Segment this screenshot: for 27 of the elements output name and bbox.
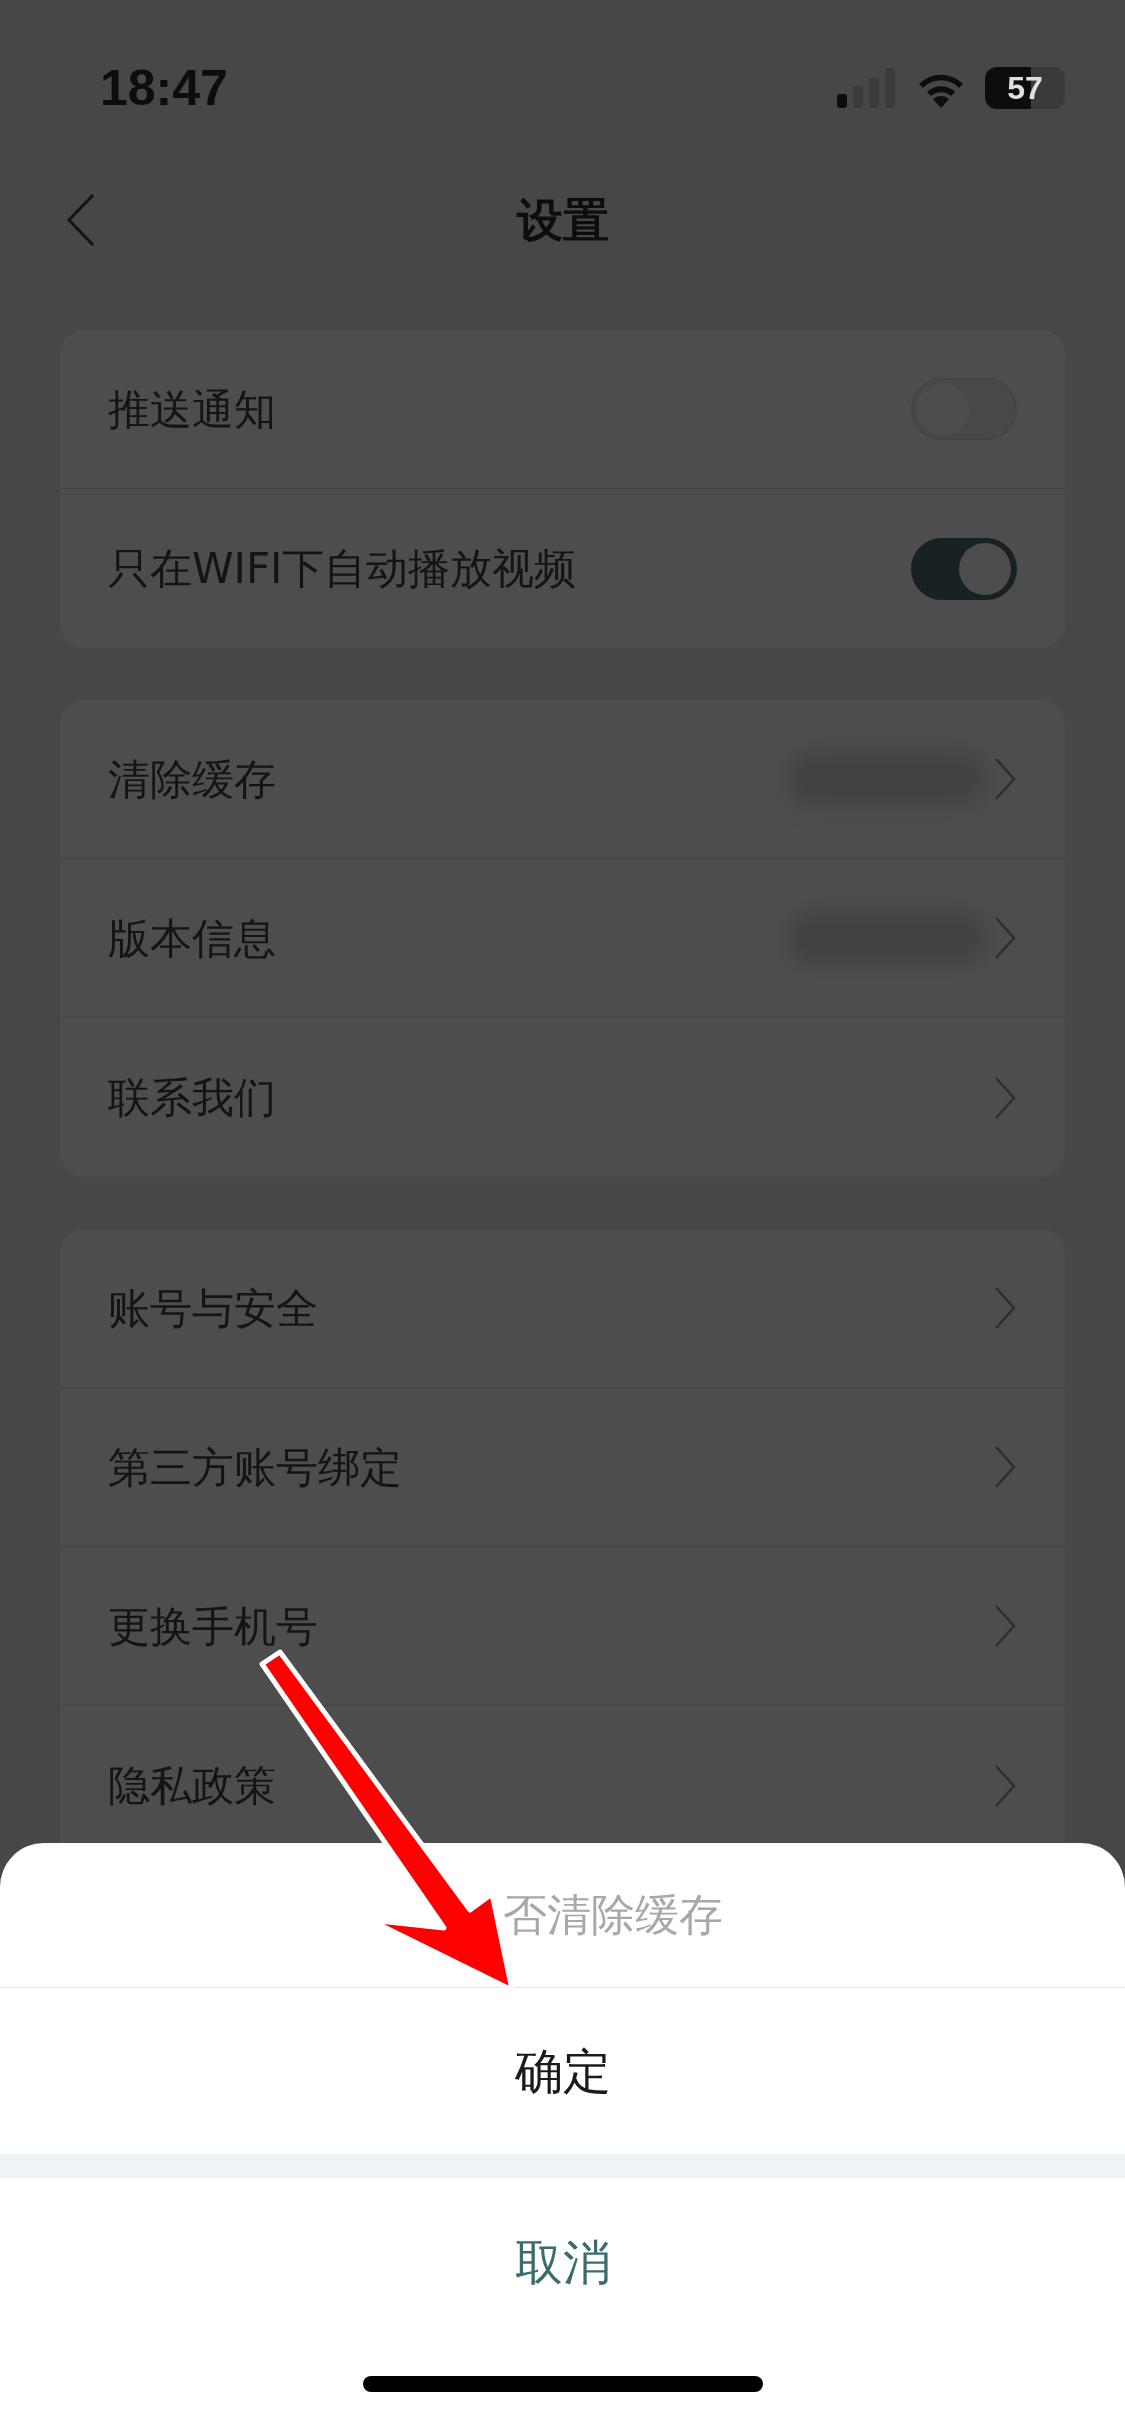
page-title: 设置: [516, 191, 609, 249]
row-label: 推送通知: [108, 383, 277, 436]
row-label: 更换手机号: [108, 1600, 319, 1653]
settings-row[interactable]: 清除缓存: [60, 700, 1065, 859]
signal-icon: [837, 68, 897, 108]
chevron-icon: [993, 1285, 1017, 1331]
row-label: 隐私政策: [108, 1760, 277, 1812]
chevron-icon: [993, 1444, 1017, 1490]
back-icon[interactable]: [66, 193, 96, 247]
settings-row[interactable]: 推送通知: [60, 330, 1065, 489]
sheet-title: 否清除缓存: [502, 1888, 723, 1942]
settings-row[interactable]: 版本信息: [60, 859, 1065, 1018]
row-label: 账号与安全: [108, 1282, 319, 1335]
settings-row[interactable]: 第三方账号绑定: [60, 1388, 1065, 1547]
row-label: 只在WIFI下自动播放视频: [108, 543, 578, 595]
row-label: 版本信息: [108, 912, 277, 965]
chevron-icon: [993, 756, 1017, 802]
row-label: 联系我们: [108, 1072, 277, 1124]
settings-row[interactable]: 联系我们: [60, 1018, 1065, 1177]
battery-indicator: 57: [985, 67, 1065, 109]
settings-row[interactable]: 只在WIFI下自动播放视频: [60, 489, 1065, 648]
chevron-icon: [993, 1603, 1017, 1649]
chevron-icon: [993, 915, 1017, 961]
row-label: 清除缓存: [108, 753, 277, 806]
settings-row[interactable]: 账号与安全: [60, 1229, 1065, 1388]
row-label: 第三方账号绑定: [108, 1441, 403, 1494]
status-time: 18:47: [100, 58, 228, 118]
